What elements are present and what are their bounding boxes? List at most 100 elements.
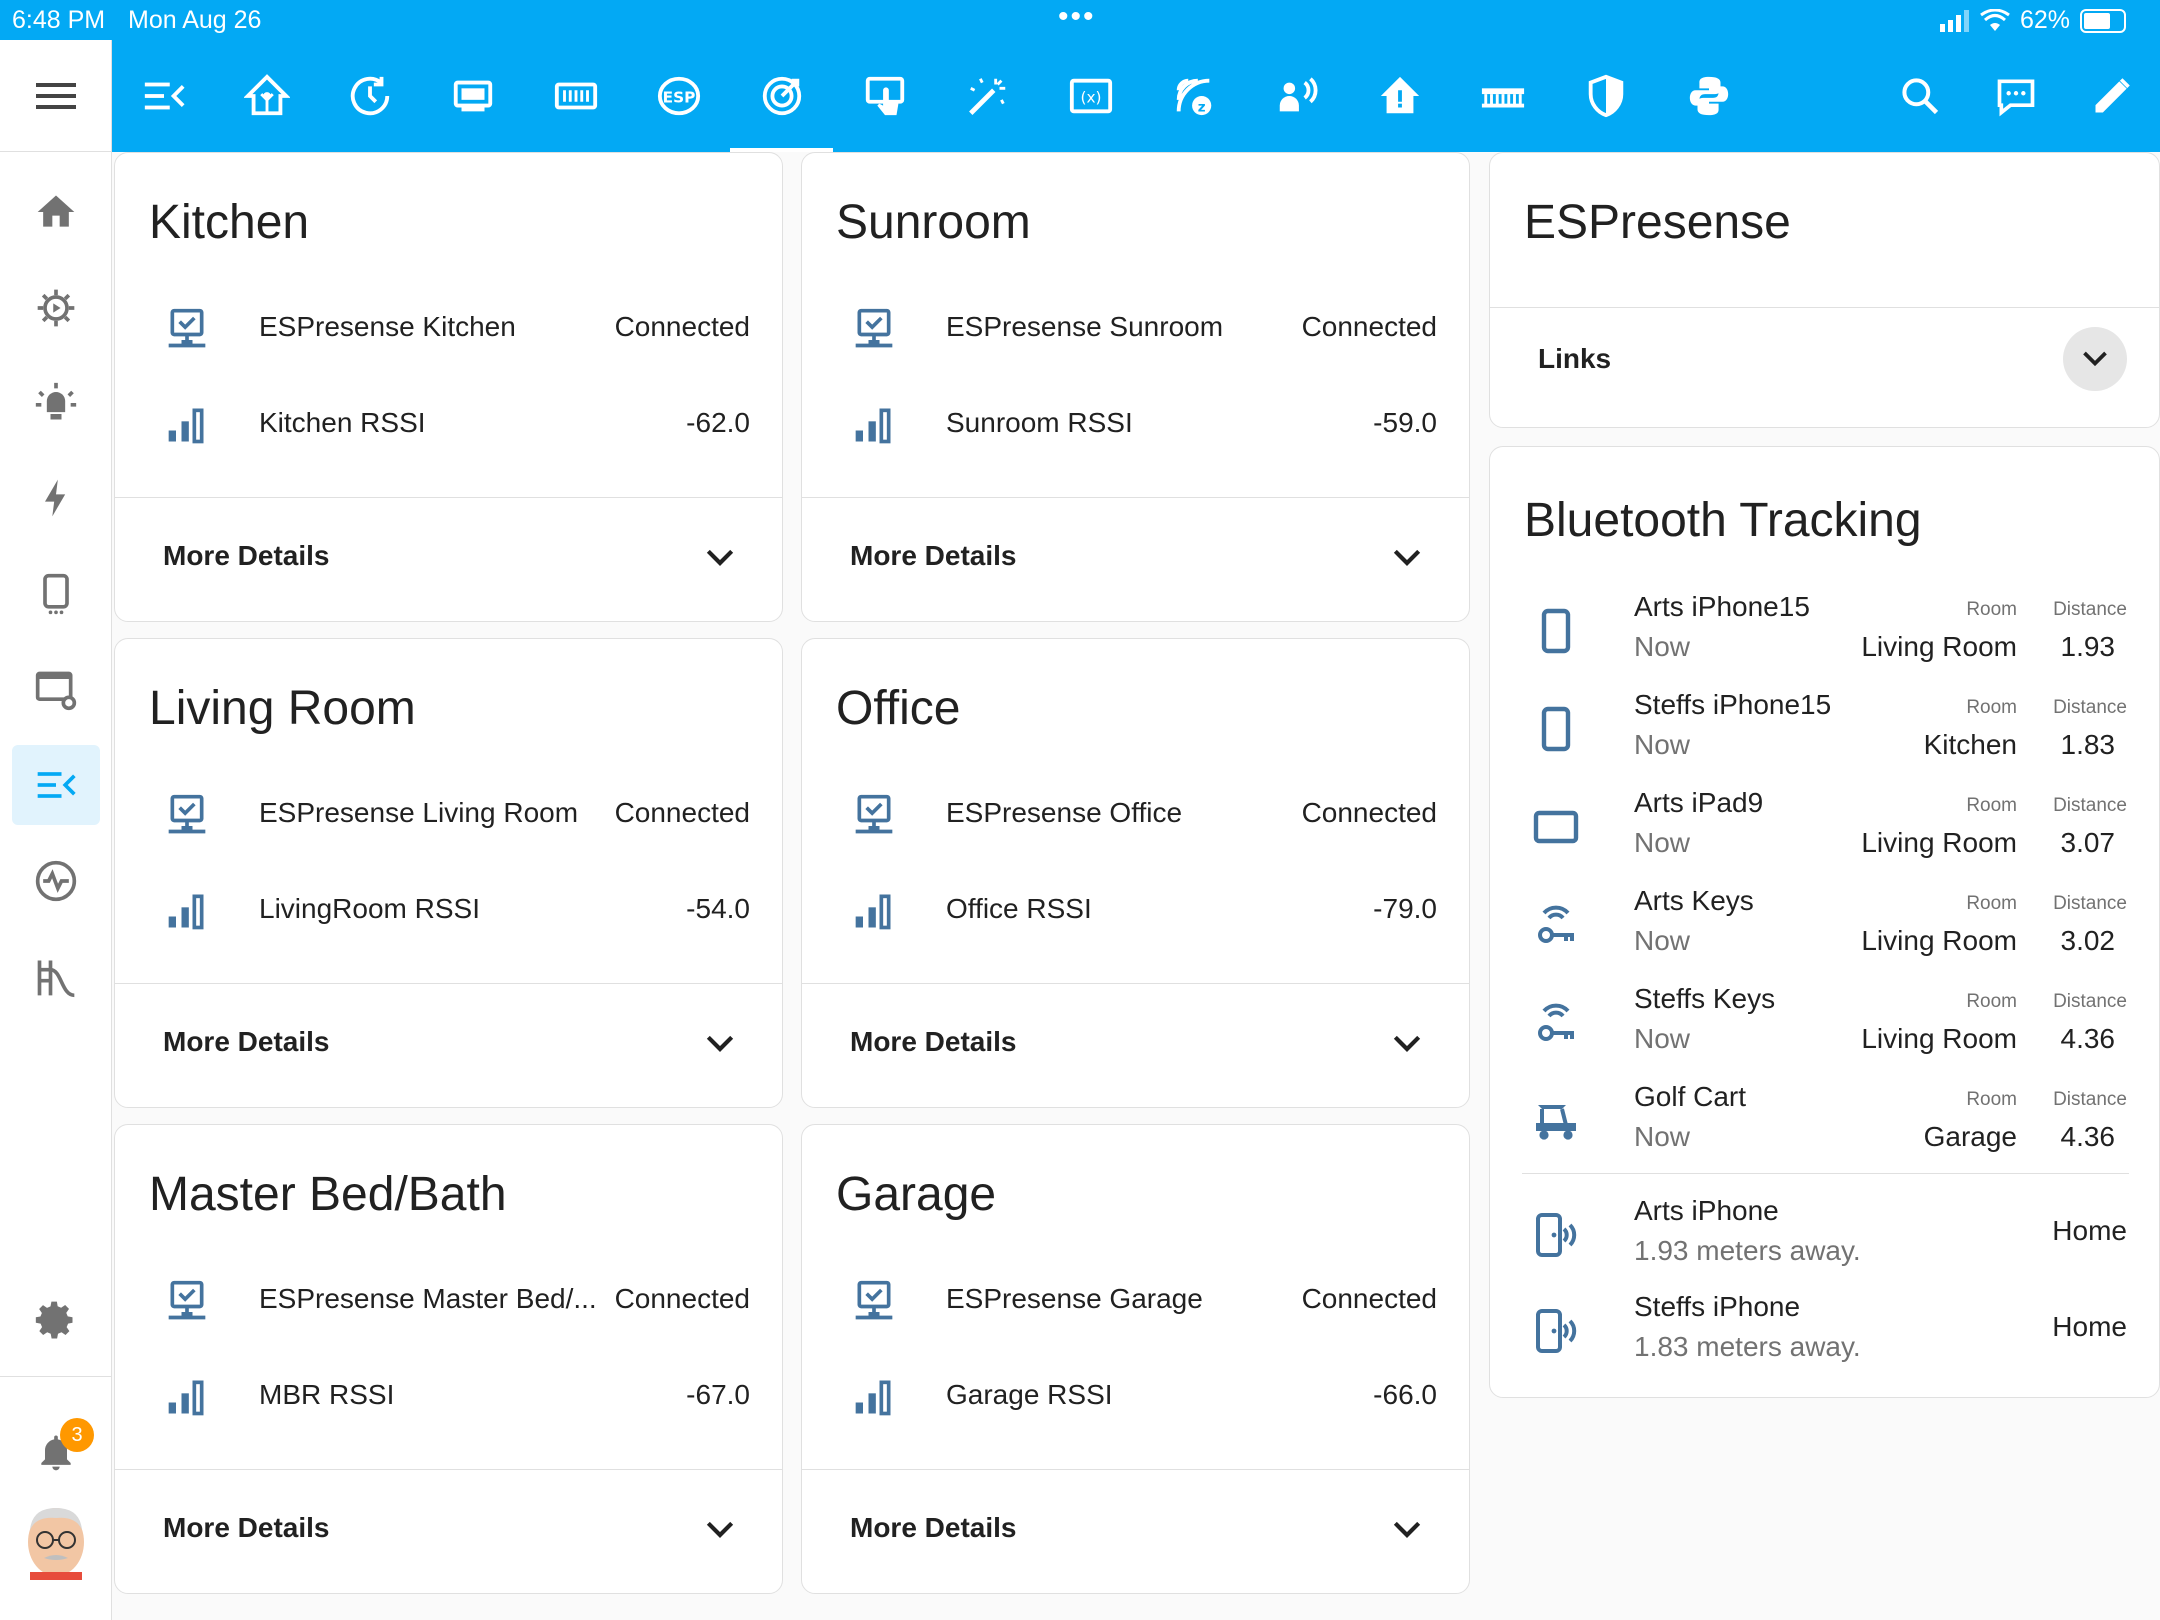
entity-name: ESPresense Sunroom: [946, 311, 1224, 342]
avatar[interactable]: [20, 1500, 92, 1580]
more-details-toggle[interactable]: More Details: [802, 1470, 1469, 1590]
entity-row-node[interactable]: ESPresense Master Bed/... Connected: [115, 1261, 782, 1341]
sidebar-item-espresense[interactable]: [12, 745, 100, 825]
multitask-dots-icon[interactable]: •••: [1058, 0, 1096, 34]
bluetooth-device-row[interactable]: Arts Keys Now Room Living Room Distance …: [1490, 879, 2159, 977]
room-card: Sunroom ESPresense Sunroom Connected Sun…: [801, 152, 1470, 622]
sidebar-item-playground[interactable]: [12, 937, 100, 1017]
tab-python[interactable]: [1657, 40, 1760, 152]
toolbar-actions: [1872, 40, 2160, 152]
more-details-toggle[interactable]: More Details: [115, 984, 782, 1104]
tracker-row[interactable]: Arts iPhone 1.93 meters away. Home: [1490, 1189, 2159, 1287]
sidebar-item-automations[interactable]: [12, 268, 100, 348]
entity-row-rssi[interactable]: LivingRoom RSSI -54.0: [115, 871, 782, 951]
clock-icon: [350, 76, 389, 116]
device-name: Steffs iPhone15: [1634, 689, 1832, 720]
device-name: Steffs Keys: [1634, 983, 1776, 1014]
room-card: Living Room ESPresense Living Room Conne…: [114, 638, 783, 1108]
entity-row-node[interactable]: ESPresense Sunroom Connected: [802, 289, 1469, 369]
bluetooth-tracking-card: Bluetooth Tracking Arts iPhone15 Now Roo…: [1489, 446, 2160, 1398]
device-last-seen: Now: [1634, 827, 1691, 858]
edit-icon: [2095, 78, 2130, 113]
room-card: Kitchen ESPresense Kitchen Connected Kit…: [114, 152, 783, 622]
more-details-toggle[interactable]: More Details: [115, 1470, 782, 1590]
sidebar-item-logbook[interactable]: [12, 841, 100, 921]
entity-row-rssi[interactable]: MBR RSSI -67.0: [115, 1357, 782, 1437]
device-name: Arts Keys: [1634, 885, 1754, 916]
sidebar-item-tablet[interactable]: [12, 554, 100, 634]
bluetooth-device-row[interactable]: Steffs Keys Now Room Living Room Distanc…: [1490, 977, 2159, 1075]
wifi-icon: [1980, 8, 2010, 31]
sidebar-menu-button[interactable]: [0, 40, 112, 152]
tab-comb[interactable]: [1451, 40, 1554, 152]
sidebar-item-lights[interactable]: [12, 363, 100, 443]
notification-badge: 3: [60, 1418, 94, 1452]
bluetooth-device-row[interactable]: Steffs iPhone15 Now Room Kitchen Distanc…: [1490, 683, 2159, 781]
tracker-row[interactable]: Steffs iPhone 1.83 meters away. Home: [1490, 1285, 2159, 1383]
sidebar: 3: [0, 40, 112, 1620]
sidebar-item-home[interactable]: [12, 172, 100, 252]
entity-name: Office RSSI: [946, 893, 1092, 924]
entity-row-node[interactable]: ESPresense Office Connected: [802, 775, 1469, 855]
tab-server[interactable]: [421, 40, 524, 152]
links-expand-button[interactable]: [2063, 327, 2127, 391]
cellphone-wireless-icon: [1532, 1211, 1580, 1259]
entity-row-rssi[interactable]: Kitchen RSSI -62.0: [115, 385, 782, 465]
tab-home-assistant[interactable]: [215, 40, 318, 152]
bluetooth-device-row[interactable]: Arts iPhone15 Now Room Living Room Dista…: [1490, 585, 2159, 683]
assist-button[interactable]: [1968, 40, 2064, 152]
device-distance: 4.36: [2060, 1121, 2116, 1152]
menu-lines-icon: [144, 82, 185, 110]
tab-touch[interactable]: [833, 40, 936, 152]
tab-variable[interactable]: (x): [1039, 40, 1142, 152]
espresense-card: ESPresense Links: [1489, 152, 2160, 428]
entity-state: Connected: [614, 1283, 750, 1314]
search-button[interactable]: [1872, 40, 1968, 152]
sidebar-item-settings[interactable]: [12, 1280, 100, 1360]
card-title: Living Room: [149, 682, 416, 735]
tab-shield[interactable]: [1554, 40, 1657, 152]
tab-board[interactable]: [524, 40, 627, 152]
device-room: Kitchen: [1923, 729, 2017, 760]
sidebar-item-energy[interactable]: [12, 458, 100, 538]
keyboard-board-icon: [554, 82, 597, 110]
bluetooth-device-row[interactable]: Arts iPad9 Now Room Living Room Distance…: [1490, 781, 2159, 879]
entity-row-node[interactable]: ESPresense Kitchen Connected: [115, 289, 782, 369]
more-details-label: More Details: [163, 1512, 330, 1543]
signal-icon: [165, 403, 209, 447]
entity-row-node[interactable]: ESPresense Living Room Connected: [115, 775, 782, 855]
home-icon: [37, 195, 75, 227]
more-details-label: More Details: [163, 1026, 330, 1057]
entity-row-node[interactable]: ESPresense Garage Connected: [802, 1261, 1469, 1341]
sidebar-item-monitor-settings[interactable]: [12, 650, 100, 730]
more-details-toggle[interactable]: More Details: [115, 498, 782, 618]
tab-zigbee[interactable]: z: [1142, 40, 1245, 152]
monitor-check-icon: [165, 1279, 209, 1323]
tab-history[interactable]: [318, 40, 421, 152]
sidebar-item-notifications[interactable]: 3: [12, 1412, 100, 1492]
entity-row-rssi[interactable]: Sunroom RSSI -59.0: [802, 385, 1469, 465]
entity-row-rssi[interactable]: Garage RSSI -66.0: [802, 1357, 1469, 1437]
tab-home-alert[interactable]: [1348, 40, 1451, 152]
bluetooth-device-row[interactable]: Golf Cart Now Room Garage Distance 4.36: [1490, 1075, 2159, 1173]
card-title: Sunroom: [836, 196, 1031, 249]
entity-row-rssi[interactable]: Office RSSI -79.0: [802, 871, 1469, 951]
monitor-check-icon: [852, 1279, 896, 1323]
tab-menu-lines[interactable]: [112, 40, 215, 152]
device-distance: 1.93: [2060, 631, 2116, 662]
tab-target[interactable]: [730, 40, 833, 152]
tab-presence[interactable]: [1245, 40, 1348, 152]
device-name: Arts iPhone15: [1634, 591, 1810, 622]
tab-esp[interactable]: ESP: [627, 40, 730, 152]
room-label: Room: [1966, 893, 2017, 914]
device-room: Living Room: [1861, 827, 2017, 858]
card-title: Kitchen: [149, 196, 310, 249]
signal-icon: [165, 1375, 209, 1419]
entity-state: -79.0: [1373, 893, 1437, 924]
more-details-toggle[interactable]: More Details: [802, 984, 1469, 1104]
edit-button[interactable]: [2064, 40, 2160, 152]
tab-magic[interactable]: [936, 40, 1039, 152]
more-details-toggle[interactable]: More Details: [802, 498, 1469, 618]
entity-state: -62.0: [686, 407, 750, 438]
distance-label: Distance: [2053, 599, 2127, 620]
